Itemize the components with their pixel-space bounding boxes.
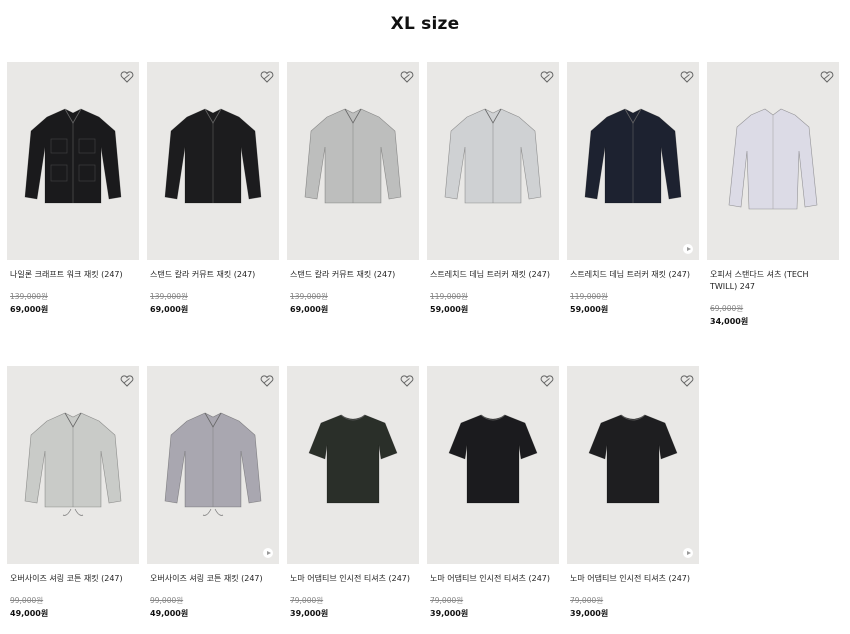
product-image[interactable] <box>427 62 559 260</box>
original-price: 79,000원 <box>430 596 464 605</box>
product-card[interactable]: 스탠드 칼라 커뮤트 재킷 (247) 139,000원 69,000원 <box>287 62 419 327</box>
sale-price: 69,000원 <box>10 305 49 314</box>
product-card[interactable]: 스탠드 칼라 커뮤트 재킷 (247) 139,000원 69,000원 <box>147 62 279 327</box>
product-card[interactable]: 노마 어댑티브 인시전 티셔츠 (247) 79,000원 39,000원 <box>567 366 699 619</box>
product-name[interactable]: 노마 어댑티브 인시전 티셔츠 (247) <box>287 573 419 585</box>
original-price: 99,000원 <box>10 596 44 605</box>
sale-price: 34,000원 <box>710 317 749 326</box>
original-price: 79,000원 <box>290 596 324 605</box>
product-name[interactable]: 스트레치드 데님 트러커 재킷 (247) <box>567 269 699 281</box>
original-price: 79,000원 <box>570 596 604 605</box>
product-card[interactable]: 노마 어댑티브 인시전 티셔츠 (247) 79,000원 39,000원 <box>427 366 559 619</box>
product-card[interactable]: 오버사이즈 셔링 코튼 재킷 (247) 99,000원 49,000원 <box>147 366 279 619</box>
play-icon[interactable] <box>263 548 273 558</box>
sale-price: 49,000원 <box>10 609 49 618</box>
sale-price: 39,000원 <box>290 609 329 618</box>
product-card[interactable]: 오피서 스탠다드 셔츠 (TECH TWILL) 247 69,000원 34,… <box>707 62 839 327</box>
sale-price: 59,000원 <box>430 305 469 314</box>
original-price: 139,000원 <box>290 292 328 301</box>
product-card[interactable]: 스트레치드 데님 트러커 재킷 (247) 119,000원 59,000원 <box>567 62 699 327</box>
sale-price: 69,000원 <box>290 305 329 314</box>
product-image[interactable] <box>287 366 419 564</box>
product-name[interactable]: 오버사이즈 셔링 코튼 재킷 (247) <box>7 573 139 585</box>
sale-price: 39,000원 <box>570 609 609 618</box>
original-price: 119,000원 <box>570 292 608 301</box>
product-image[interactable] <box>7 366 139 564</box>
heart-outline-icon[interactable] <box>400 372 414 387</box>
original-price: 99,000원 <box>150 596 184 605</box>
product-card[interactable]: 스트레치드 데님 트러커 재킷 (247) 119,000원 59,000원 <box>427 62 559 327</box>
heart-outline-icon[interactable] <box>680 372 694 387</box>
product-grid: 나일론 크래프트 워크 재킷 (247) 139,000원 69,000원 스탠… <box>7 62 847 618</box>
heart-outline-icon[interactable] <box>400 68 414 83</box>
product-name[interactable]: 나일론 크래프트 워크 재킷 (247) <box>7 269 139 281</box>
product-name[interactable]: 스탠드 칼라 커뮤트 재킷 (247) <box>147 269 279 281</box>
original-price: 119,000원 <box>430 292 468 301</box>
product-name[interactable]: 스트레치드 데님 트러커 재킷 (247) <box>427 269 559 281</box>
sale-price: 39,000원 <box>430 609 469 618</box>
product-name[interactable]: 스탠드 칼라 커뮤트 재킷 (247) <box>287 269 419 281</box>
original-price: 139,000원 <box>150 292 188 301</box>
product-image[interactable] <box>147 366 279 564</box>
heart-outline-icon[interactable] <box>540 68 554 83</box>
product-image[interactable] <box>287 62 419 260</box>
product-image[interactable] <box>707 62 839 260</box>
product-card[interactable]: 오버사이즈 셔링 코튼 재킷 (247) 99,000원 49,000원 <box>7 366 139 619</box>
product-image[interactable] <box>7 62 139 260</box>
sale-price: 69,000원 <box>150 305 189 314</box>
product-name[interactable]: 노마 어댑티브 인시전 티셔츠 (247) <box>427 573 559 585</box>
product-image[interactable] <box>147 62 279 260</box>
play-icon[interactable] <box>683 244 693 254</box>
heart-outline-icon[interactable] <box>680 68 694 83</box>
product-image[interactable] <box>567 62 699 260</box>
sale-price: 59,000원 <box>570 305 609 314</box>
original-price: 139,000원 <box>10 292 48 301</box>
product-name[interactable]: 오피서 스탠다드 셔츠 (TECH TWILL) 247 <box>707 269 839 293</box>
product-name[interactable]: 노마 어댑티브 인시전 티셔츠 (247) <box>567 573 699 585</box>
product-row: 오버사이즈 셔링 코튼 재킷 (247) 99,000원 49,000원 오버사… <box>7 366 699 619</box>
heart-outline-icon[interactable] <box>260 68 274 83</box>
product-card[interactable]: 노마 어댑티브 인시전 티셔츠 (247) 79,000원 39,000원 <box>287 366 419 619</box>
sale-price: 49,000원 <box>150 609 189 618</box>
product-row: 나일론 크래프트 워크 재킷 (247) 139,000원 69,000원 스탠… <box>7 62 847 327</box>
product-name[interactable]: 오버사이즈 셔링 코튼 재킷 (247) <box>147 573 279 585</box>
heart-outline-icon[interactable] <box>120 68 134 83</box>
heart-outline-icon[interactable] <box>820 68 834 83</box>
play-icon[interactable] <box>683 548 693 558</box>
page-title: XL size <box>390 14 460 34</box>
heart-outline-icon[interactable] <box>540 372 554 387</box>
product-image[interactable] <box>567 366 699 564</box>
product-image[interactable] <box>427 366 559 564</box>
heart-outline-icon[interactable] <box>120 372 134 387</box>
product-card[interactable]: 나일론 크래프트 워크 재킷 (247) 139,000원 69,000원 <box>7 62 139 327</box>
heart-outline-icon[interactable] <box>260 372 274 387</box>
original-price: 69,000원 <box>710 304 744 313</box>
